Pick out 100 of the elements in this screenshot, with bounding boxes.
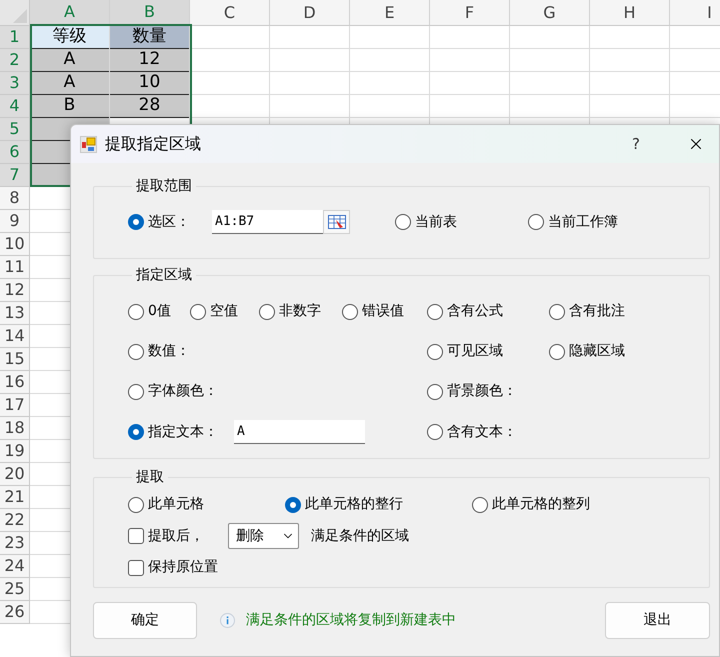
row-header[interactable]: 17 (0, 394, 30, 417)
range-field[interactable]: A1:B7 (212, 210, 323, 234)
radio-label: 非数字 (279, 302, 321, 321)
radio-label: 选区： (148, 212, 190, 232)
radio-button[interactable] (472, 496, 488, 512)
help-button[interactable]: ? (632, 132, 640, 156)
radio-label: 背景颜色： (447, 382, 517, 401)
table-cell: 数量 (110, 26, 190, 49)
row-header[interactable]: 2 (0, 49, 30, 72)
radio-button[interactable] (342, 304, 358, 320)
radio-label: 此单元格的整行 (305, 495, 403, 514)
row-header[interactable]: 7 (0, 164, 30, 187)
row-header[interactable]: 26 (0, 601, 30, 624)
row-header[interactable]: 12 (0, 279, 30, 302)
radio-button[interactable] (128, 424, 144, 440)
radio-button[interactable] (285, 496, 301, 512)
text-field[interactable]: A (234, 420, 365, 444)
radio-label: 含有公式 (447, 302, 503, 321)
row-header[interactable]: 11 (0, 256, 30, 279)
column-header[interactable]: H (590, 0, 670, 26)
table-cell: 28 (110, 95, 190, 118)
row-header[interactable]: 10 (0, 233, 30, 256)
checkbox-label: 保持原位置 (148, 558, 218, 577)
app-icon (80, 136, 97, 152)
row-header[interactable]: 4 (0, 95, 30, 118)
checkbox[interactable] (128, 560, 144, 576)
radio-button[interactable] (395, 214, 411, 230)
radio-button[interactable] (128, 304, 144, 320)
radio-button[interactable] (128, 214, 144, 230)
row-header[interactable]: 5 (0, 118, 30, 141)
action-dropdown[interactable]: 删除 (228, 523, 299, 549)
radio-label: 当前工作簿 (548, 212, 618, 232)
table-cell: A (30, 72, 110, 95)
row-header[interactable]: 20 (0, 463, 30, 486)
row-header[interactable]: 14 (0, 325, 30, 348)
range-picker-button[interactable] (323, 210, 350, 234)
radio-label: 含有批注 (569, 302, 625, 321)
column-header[interactable]: E (350, 0, 430, 26)
radio-label: 可见区域 (447, 342, 503, 361)
column-header[interactable]: G (510, 0, 590, 26)
row-header[interactable]: 23 (0, 532, 30, 555)
radio-label: 数值： (148, 342, 190, 361)
radio-button[interactable] (128, 496, 144, 512)
row-header[interactable]: 9 (0, 210, 30, 233)
row-header[interactable]: 19 (0, 440, 30, 463)
column-header[interactable]: C (190, 0, 270, 26)
radio-label: 此单元格的整列 (492, 495, 590, 514)
group-title: 提取范围 (135, 177, 193, 196)
radio-label: 字体颜色： (148, 382, 218, 401)
column-header[interactable]: D (270, 0, 350, 26)
radio-label: 隐藏区域 (569, 342, 625, 361)
grid-arrow-icon (328, 215, 346, 229)
row-header[interactable]: 22 (0, 509, 30, 532)
radio-label: 错误值 (362, 302, 404, 321)
radio-button[interactable] (427, 384, 443, 400)
row-header[interactable]: 1 (0, 26, 30, 49)
radio-button[interactable] (259, 304, 275, 320)
group-title: 指定区域 (135, 266, 193, 285)
suffix-label: 满足条件的区域 (311, 526, 409, 546)
window-title: 提取指定区域 (105, 133, 201, 155)
radio-label: 空值 (210, 302, 238, 321)
checkbox-label: 提取后， (148, 526, 204, 546)
info-icon (220, 613, 235, 628)
column-header[interactable]: I (670, 0, 720, 26)
radio-button[interactable] (549, 304, 565, 320)
exit-button[interactable]: 退出 (605, 602, 710, 639)
table-cell: A (30, 49, 110, 72)
row-header[interactable]: 21 (0, 486, 30, 509)
table-cell: 等级 (30, 26, 110, 49)
column-header[interactable]: B (110, 0, 190, 26)
radio-button[interactable] (549, 344, 565, 360)
radio-button[interactable] (190, 304, 206, 320)
radio-label: 0值 (148, 302, 171, 321)
radio-label: 含有文本： (447, 422, 517, 442)
radio-label: 指定文本： (148, 422, 218, 442)
column-header[interactable]: F (430, 0, 510, 26)
row-header[interactable]: 6 (0, 141, 30, 164)
row-header[interactable]: 3 (0, 72, 30, 95)
row-header[interactable]: 8 (0, 187, 30, 210)
row-header[interactable]: 15 (0, 348, 30, 371)
ok-button[interactable]: 确定 (93, 602, 197, 639)
column-header[interactable]: A (30, 0, 110, 26)
checkbox[interactable] (128, 528, 144, 544)
row-header[interactable]: 16 (0, 371, 30, 394)
info-message: 满足条件的区域将复制到新建表中 (246, 611, 456, 630)
radio-button[interactable] (427, 344, 443, 360)
radio-button[interactable] (528, 214, 544, 230)
row-header[interactable]: 25 (0, 578, 30, 601)
radio-label: 此单元格 (148, 495, 204, 514)
radio-button[interactable] (427, 304, 443, 320)
group-title: 提取 (135, 468, 165, 487)
radio-button[interactable] (427, 424, 443, 440)
radio-button[interactable] (128, 344, 144, 360)
radio-button[interactable] (128, 384, 144, 400)
table-cell: B (30, 95, 110, 118)
row-header[interactable]: 13 (0, 302, 30, 325)
row-header[interactable]: 24 (0, 555, 30, 578)
table-cell: 10 (110, 72, 190, 95)
row-header[interactable]: 18 (0, 417, 30, 440)
table-cell: 12 (110, 49, 190, 72)
